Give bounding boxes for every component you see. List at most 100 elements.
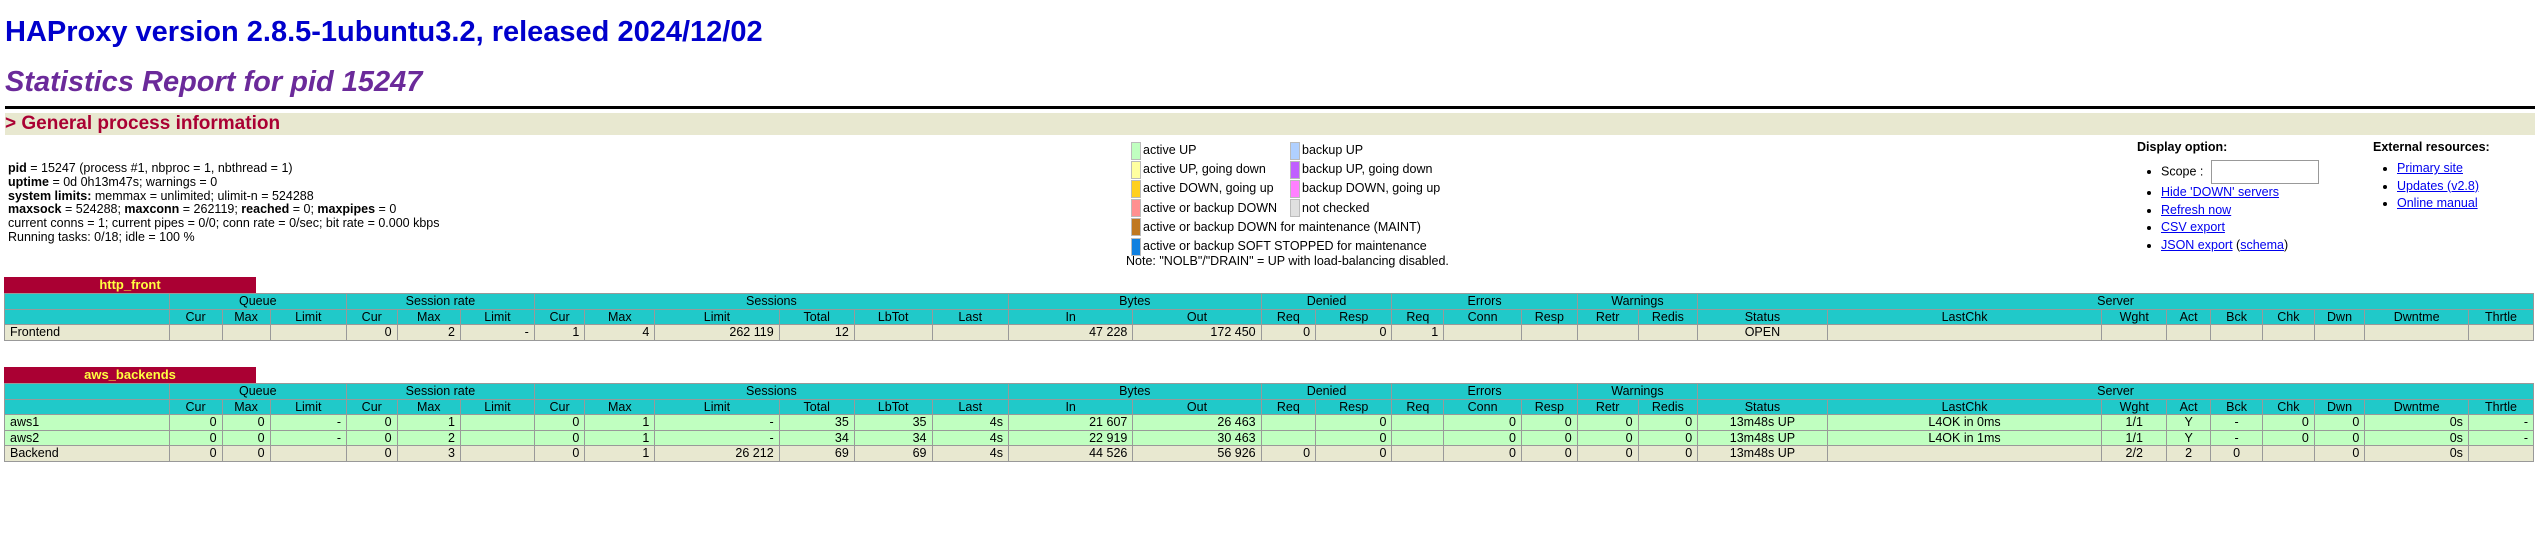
schema-link[interactable]: schema xyxy=(2240,238,2284,252)
table-cell: 0 xyxy=(168,414,223,431)
conns-line: current conns = 1; current pipes = 0/0; … xyxy=(8,216,440,231)
table-cell xyxy=(1826,445,2103,462)
table-cell: 0 xyxy=(168,429,223,447)
table-cell: 4 xyxy=(584,324,656,341)
table-cell xyxy=(1520,324,1578,341)
online-manual-link[interactable]: Online manual xyxy=(2397,196,2478,210)
table-cell: 47 228 xyxy=(1007,324,1134,341)
column-header: Total xyxy=(778,398,855,416)
column-header: Cur xyxy=(533,308,586,326)
column-header: Req xyxy=(1260,308,1317,326)
table-cell xyxy=(221,324,271,341)
table-cell: 13m48s UP xyxy=(1697,414,1828,431)
swatch xyxy=(1131,160,1141,179)
column-header: Limit xyxy=(459,398,535,416)
table-cell: 0 xyxy=(2261,429,2315,447)
group-header: Queue xyxy=(168,383,348,400)
table-cell: 0 xyxy=(533,445,586,462)
table-row: Backend 0 0 0 3 0 1 26 212 69 69 4s 44 526 56 926 0 0 0… xyxy=(4,445,2535,462)
table-cell: 2 xyxy=(396,324,461,341)
table-cell: 0s xyxy=(2364,445,2469,462)
json-export-link[interactable]: JSON export xyxy=(2161,238,2233,252)
table-cell: - xyxy=(459,324,535,341)
table-row: aws2 0 0-0 2 0 1-34 34 4s 22 919 30 463 0 0 0 0 0 13m48… xyxy=(4,429,2535,447)
updates-link[interactable]: Updates (v2.8) xyxy=(2397,179,2479,193)
column-header: Chk xyxy=(2261,308,2315,326)
table-cell: 0 xyxy=(1576,414,1639,431)
column-header: Thrtle xyxy=(2467,398,2535,416)
group-header: Queue xyxy=(168,293,348,310)
table-cell: 0 xyxy=(346,324,398,341)
tasks-line: Running tasks: 0/18; idle = 100 % xyxy=(8,229,195,244)
primary-site-link[interactable]: Primary site xyxy=(2397,161,2463,175)
column-header: Thrtle xyxy=(2467,308,2535,326)
table-cell: 0 xyxy=(2313,414,2366,431)
table-cell: Y xyxy=(2166,414,2212,431)
column-header: Retr xyxy=(1576,308,1639,326)
column-header: In xyxy=(1007,398,1134,416)
table-cell: - xyxy=(2210,429,2263,447)
table-cell: 4s xyxy=(931,445,1009,462)
table-cell: 56 926 xyxy=(1132,445,1262,462)
column-header: Resp xyxy=(1315,308,1393,326)
column-header: Conn xyxy=(1443,398,1522,416)
table-cell: 0 xyxy=(2261,414,2315,431)
table-cell xyxy=(269,324,348,341)
proxy-name-http-front[interactable]: http_front xyxy=(4,277,256,293)
group-header: Session rate xyxy=(346,383,535,400)
table-cell: 0 xyxy=(2313,445,2366,462)
page-title: HAProxy version 2.8.5-1ubuntu3.2, releas… xyxy=(5,16,763,48)
swatch xyxy=(1131,237,1141,256)
table-cell: 13m48s UP xyxy=(1697,429,1828,447)
row-name[interactable]: aws2 xyxy=(4,429,170,447)
table-cell: 35 xyxy=(778,414,855,431)
table-cell: 26 212 xyxy=(654,445,780,462)
table-cell: 12 xyxy=(778,324,855,341)
table-cell xyxy=(168,324,223,341)
table-cell: 0 xyxy=(1520,414,1578,431)
column-header: Out xyxy=(1132,308,1262,326)
hide-down-link[interactable]: Hide 'DOWN' servers xyxy=(2161,185,2279,199)
paren: ) xyxy=(2283,237,2289,252)
csv-export-link[interactable]: CSV export xyxy=(2161,220,2225,234)
group-header: Sessions xyxy=(533,293,1009,310)
table-cell: 262 119 xyxy=(654,324,780,341)
table-cell: 0 xyxy=(1443,414,1522,431)
table-cell xyxy=(1443,324,1522,341)
group-header: Errors xyxy=(1391,383,1578,400)
column-header: Cur xyxy=(533,398,586,416)
table-cell xyxy=(1826,324,2103,341)
column-header: Act xyxy=(2166,308,2212,326)
column-header: Dwn xyxy=(2313,308,2366,326)
table-cell: 0 xyxy=(221,414,271,431)
table-cell: - xyxy=(269,414,348,431)
table-cell xyxy=(853,324,933,341)
scope-input[interactable] xyxy=(2210,160,2319,184)
table-cell: 1 xyxy=(396,414,461,431)
column-header: Resp xyxy=(1520,398,1578,416)
table-cell: 0 xyxy=(1260,324,1317,341)
table-cell: 0 xyxy=(2210,445,2263,462)
corner-cell xyxy=(4,398,170,416)
table-row: Frontend 0 2-1 4 262 119 12 47 228 172 450 0 0 1 OP… xyxy=(4,324,2535,341)
column-header: Dwntme xyxy=(2364,308,2469,326)
column-header: Last xyxy=(931,398,1009,416)
column-header: Out xyxy=(1132,398,1262,416)
column-header: Status xyxy=(1697,308,1828,326)
table-cell xyxy=(269,445,348,462)
table-cell: 44 526 xyxy=(1007,445,1134,462)
proxy-name-aws-backends[interactable]: aws_backends xyxy=(4,367,256,383)
column-header: Dwn xyxy=(2313,398,2366,416)
table-cell: 0s xyxy=(2364,414,2469,431)
table-cell xyxy=(2364,324,2469,341)
swatch xyxy=(1290,160,1300,179)
row-name[interactable]: aws1 xyxy=(4,414,170,431)
group-header: Denied xyxy=(1260,293,1393,310)
legend-note: Note: "NOLB"/"DRAIN" = UP with load-bala… xyxy=(1126,254,1449,268)
table-cell: 0 xyxy=(346,429,398,447)
legend-item: not checked xyxy=(1290,199,1440,218)
table-cell: 0 xyxy=(533,429,586,447)
refresh-link[interactable]: Refresh now xyxy=(2161,203,2231,217)
pid-line: pid = 15247 (process #1, nbproc = 1, nbt… xyxy=(8,161,293,175)
table-cell: - xyxy=(654,414,780,431)
